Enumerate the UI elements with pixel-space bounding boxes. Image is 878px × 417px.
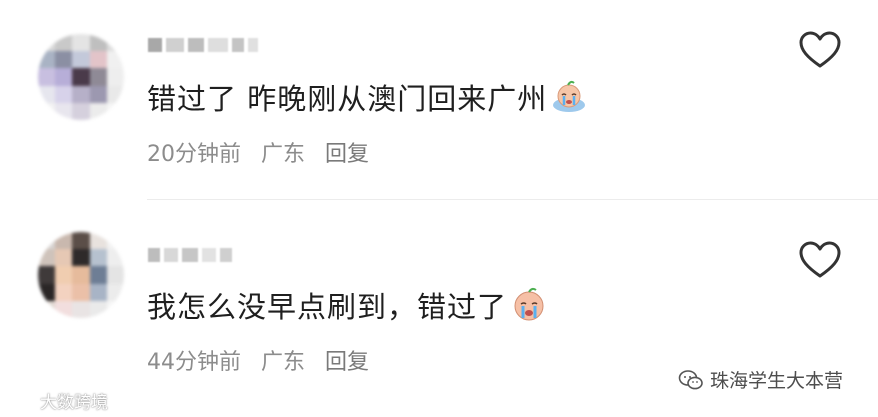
crying-face-icon — [553, 80, 586, 112]
heart-icon[interactable] — [799, 31, 841, 69]
reply-button[interactable]: 回复 — [325, 350, 369, 375]
username-redacted[interactable] — [148, 248, 232, 268]
comment-location: 广东 — [261, 142, 306, 167]
username-redacted[interactable] — [148, 38, 258, 58]
comment-text-content: 我怎么没早点刷到，错过了 — [147, 290, 508, 324]
watermark-left: 大数跨境 — [6, 388, 108, 413]
comment-time: 20分钟前 — [147, 142, 241, 167]
watermark-left-text: 大数跨境 — [40, 393, 108, 413]
reply-button[interactable]: 回复 — [325, 142, 369, 167]
crying-face-icon — [514, 287, 544, 321]
wechat-icon — [678, 369, 703, 389]
watermark-right: 珠海学生大本营 — [672, 364, 850, 395]
comment-text: 错过了 昨晚刚从澳门回来广州 — [147, 76, 587, 118]
comment-meta: 20分钟前 广东 回复 — [147, 136, 382, 168]
comment-meta: 44分钟前 广东 回复 — [147, 344, 382, 376]
comment-item: 错过了 昨晚刚从澳门回来广州 20分钟前 广东 回复 — [0, 0, 878, 200]
comment-text: 我怎么没早点刷到，错过了 — [147, 284, 547, 326]
avatar[interactable] — [38, 232, 124, 318]
comment-text-content: 错过了 昨晚刚从澳门回来广州 — [147, 82, 548, 116]
heart-icon[interactable] — [799, 241, 841, 279]
watermark-right-text: 珠海学生大本营 — [710, 370, 844, 392]
brand-logo-icon — [6, 393, 32, 408]
comment-location: 广东 — [261, 350, 306, 375]
comment-time: 44分钟前 — [147, 350, 241, 375]
avatar[interactable] — [38, 34, 124, 120]
